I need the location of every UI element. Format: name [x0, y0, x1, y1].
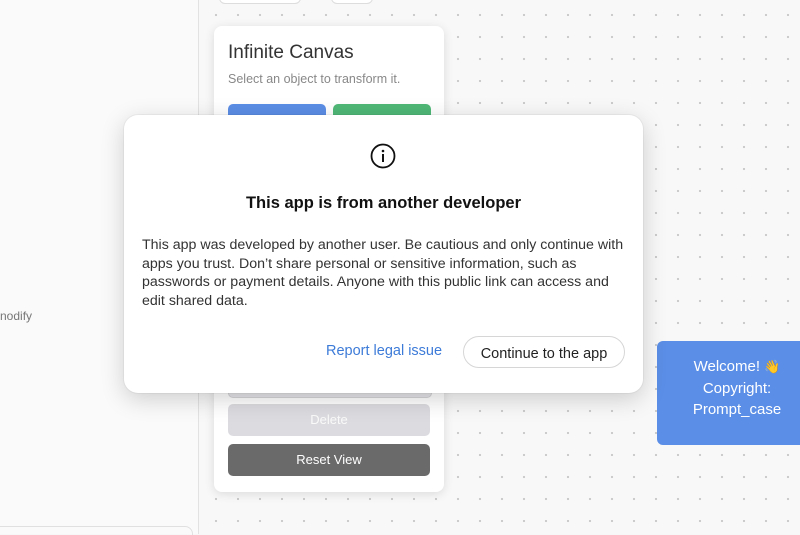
- top-tab-1[interactable]: [219, 0, 301, 4]
- dialog-body: This app was developed by another user. …: [142, 237, 624, 309]
- welcome-text: Welcome!: [693, 358, 761, 375]
- report-legal-issue-link[interactable]: Report legal issue: [326, 343, 442, 359]
- left-panel-partial-text: nodify: [0, 309, 33, 323]
- welcome-line-3: Prompt_case: [692, 401, 782, 418]
- continue-to-app-button[interactable]: Continue to the app: [463, 336, 625, 368]
- card-title: Infinite Canvas: [228, 42, 354, 63]
- reset-view-button[interactable]: Reset View: [228, 444, 430, 476]
- dialog-title: This app is from another developer: [245, 194, 522, 212]
- top-tab-2[interactable]: [331, 0, 373, 4]
- delete-button[interactable]: Delete: [228, 404, 430, 436]
- developer-warning-dialog: This app is from another developer This …: [124, 115, 643, 393]
- waving-hand-icon: 👋: [764, 359, 781, 374]
- welcome-card[interactable]: Welcome! 👋 Copyright: Prompt_case: [657, 341, 800, 445]
- welcome-line-2: Copyright:: [702, 379, 772, 397]
- info-circle-icon: [370, 143, 396, 169]
- welcome-line-1: Welcome! 👋: [657, 356, 800, 378]
- card-subtitle: Select an object to transform it.: [228, 72, 401, 86]
